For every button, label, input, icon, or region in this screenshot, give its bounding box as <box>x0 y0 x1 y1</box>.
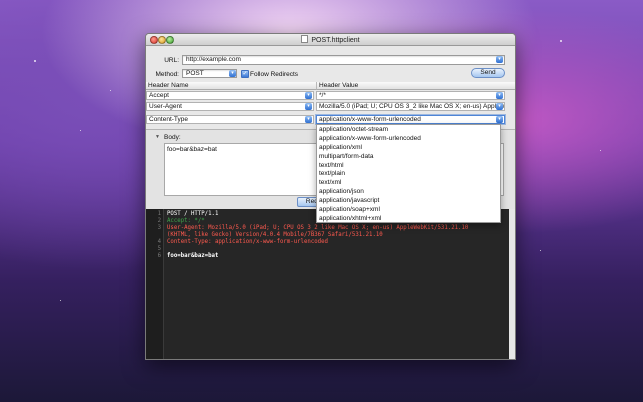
dropdown-option[interactable]: application/xhtml+xml <box>317 215 500 224</box>
star <box>60 300 61 301</box>
dropdown-option[interactable]: text/html <box>317 162 500 171</box>
line-number: 2 <box>157 218 161 224</box>
chevron-down-icon[interactable]: ▾ <box>305 116 312 123</box>
console-line: (KHTML, like Gecko) Version/4.0.4 Mobile… <box>167 232 383 238</box>
chevron-down-icon[interactable]: ▾ <box>496 103 503 110</box>
header-name-column[interactable]: Header Name <box>146 82 316 90</box>
follow-redirects-label: Follow Redirects <box>250 71 299 78</box>
window-title: POST.httpclient <box>311 37 360 44</box>
dropdown-option[interactable]: multipart/form-data <box>317 153 500 162</box>
line-number-gutter <box>146 209 164 359</box>
content-type-dropdown[interactable]: application/octet-stream application/x-w… <box>316 124 501 223</box>
url-field[interactable]: http://example.com <box>182 55 505 65</box>
header-value-cell-active[interactable]: application/x-www-form-urlencoded <box>316 115 505 124</box>
dropdown-option[interactable]: application/xml <box>317 144 500 153</box>
raw-request-console[interactable]: 1 POST / HTTP/1.1 2 Accept: */* 3 User-A… <box>146 209 515 359</box>
header-value-cell[interactable]: */* <box>316 91 505 100</box>
line-number: 5 <box>157 246 161 252</box>
star <box>600 150 601 151</box>
title-bar[interactable]: POST.httpclient <box>146 34 515 46</box>
dropdown-option[interactable]: application/x-www-form-urlencoded <box>317 135 500 144</box>
chevron-down-icon[interactable]: ▾ <box>496 92 503 99</box>
dropdown-option[interactable]: application/soap+xml <box>317 206 500 215</box>
chevron-down-icon[interactable]: ▾ <box>305 103 312 110</box>
line-number: 6 <box>157 253 161 259</box>
dropdown-option[interactable]: application/octet-stream <box>317 126 500 135</box>
console-line: POST / HTTP/1.1 <box>167 211 219 217</box>
chevron-down-icon[interactable]: ▾ <box>496 116 503 123</box>
star <box>80 130 81 131</box>
disclosure-triangle-icon[interactable]: ▼ <box>155 134 160 140</box>
header-value-column[interactable]: Header Value <box>316 82 515 90</box>
dropdown-option[interactable]: text/plain <box>317 170 500 179</box>
body-label: Body: <box>164 134 181 141</box>
console-line: Content-Type: application/x-www-form-url… <box>167 239 328 245</box>
console-line: Accept: */* <box>167 218 205 224</box>
console-line: foo=bar&baz=bat <box>167 253 219 259</box>
method-chevron-down-icon[interactable]: ▾ <box>229 70 236 77</box>
star <box>34 60 36 62</box>
console-line: User-Agent: Mozilla/5.0 (iPad; U; CPU OS… <box>167 225 469 231</box>
line-number: 4 <box>157 239 161 245</box>
document-icon <box>301 35 309 43</box>
dropdown-option[interactable]: text/xml <box>317 179 500 188</box>
follow-redirects-checkbox[interactable]: ✓ <box>241 70 249 78</box>
method-label: Method: <box>155 71 180 78</box>
star <box>560 40 562 42</box>
app-window: POST.httpclient URL: http://example.com … <box>145 33 516 360</box>
header-value-cell[interactable]: Mozilla/5.0 (iPad; U; CPU OS 3_2 like Ma… <box>316 102 505 111</box>
header-name-cell[interactable]: Content-Type <box>146 115 314 124</box>
chevron-down-icon[interactable]: ▾ <box>305 92 312 99</box>
star <box>540 250 541 251</box>
send-button[interactable]: Send <box>471 68 505 78</box>
window-title-wrap: POST.httpclient <box>146 35 515 44</box>
url-history-chevron-icon[interactable]: ▾ <box>496 56 503 63</box>
url-label: URL: <box>164 57 179 64</box>
header-name-cell[interactable]: User-Agent <box>146 102 314 111</box>
body-text: foo=bar&baz=bat <box>167 146 217 153</box>
header-name-cell[interactable]: Accept <box>146 91 314 100</box>
line-number: 1 <box>157 211 161 217</box>
line-number: 3 <box>157 225 161 231</box>
dropdown-option[interactable]: application/json <box>317 188 500 197</box>
console-scrollbar[interactable] <box>509 209 515 359</box>
dropdown-option[interactable]: application/javascript <box>317 197 500 206</box>
star <box>110 90 111 91</box>
